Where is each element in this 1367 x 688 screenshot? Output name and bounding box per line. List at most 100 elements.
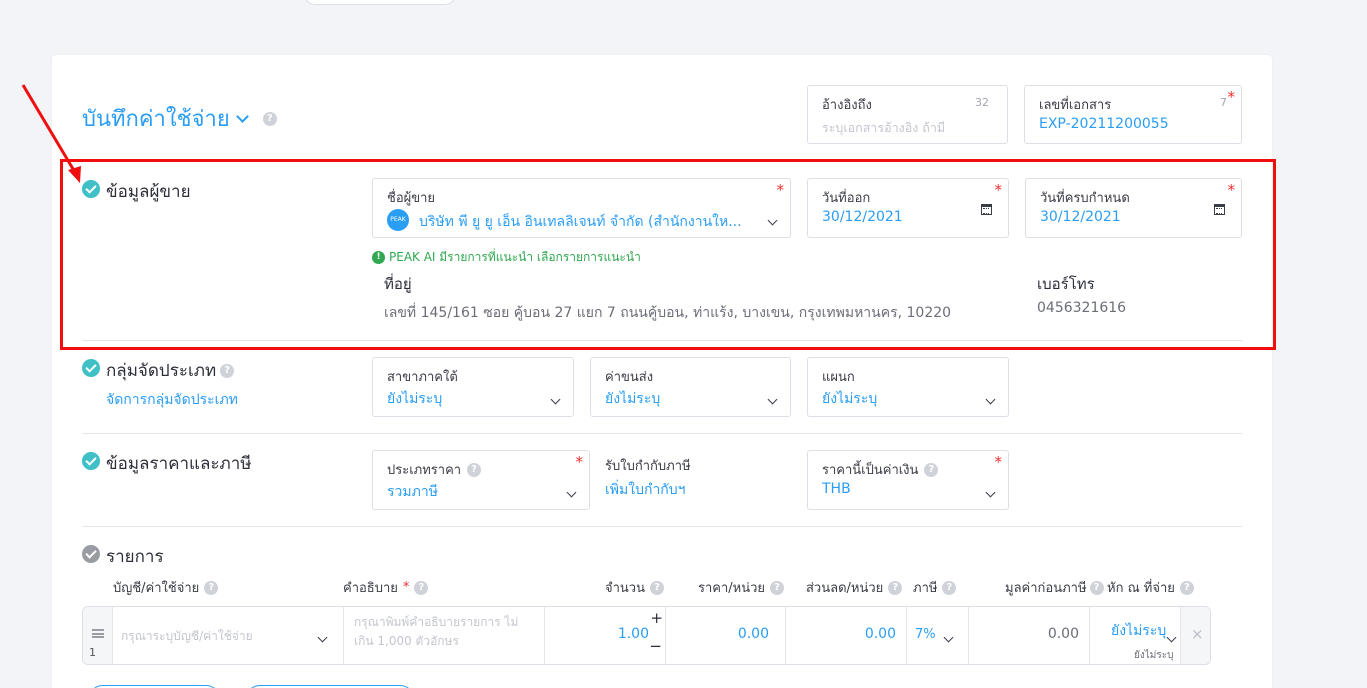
help-icon[interactable]: ? [204, 580, 219, 595]
vendor-logo-icon: PEAK [387, 209, 409, 231]
currency-label: ราคานี้เป็นค่าเงิน ? [822, 459, 939, 480]
check-circle-icon [82, 545, 100, 563]
discount-input[interactable]: 0.00 [786, 607, 907, 664]
chevron-down-icon[interactable] [566, 481, 577, 500]
required-mark: * [1227, 181, 1236, 199]
vendor-section-title: ข้อมูลผู้ขาย [106, 182, 191, 202]
chevron-down-icon[interactable] [235, 109, 249, 123]
help-icon[interactable]: ? [467, 462, 482, 477]
column-header-discount: ส่วนลด/หน่วย ? [806, 577, 903, 598]
help-icon[interactable]: ? [1179, 580, 1194, 595]
price-type-label-text: ประเภทราคา [387, 463, 462, 478]
description-placeholder: กรุณาพิมพ์คำอธิบายรายการ ไม่เกิน 1,000 ต… [354, 615, 519, 648]
help-icon[interactable]: ? [942, 580, 957, 595]
due-date-input[interactable]: 30/12/2021 [1040, 209, 1121, 225]
currency-select[interactable]: ราคานี้เป็นค่าเงิน ? * THB [807, 450, 1009, 510]
chevron-down-icon[interactable] [767, 209, 778, 228]
required-mark: * [402, 580, 410, 595]
row-handle[interactable]: 1 [83, 607, 113, 664]
ai-hint[interactable]: ! PEAK AI มีรายการที่แนะนำ เลือกรายการแน… [372, 248, 641, 267]
top-toolbar-pill[interactable] [303, 0, 457, 5]
reference-field[interactable]: อ้างอิงถึง 32 ระบุเอกสารอ้างอิง ถ้ามี [807, 85, 1008, 144]
row-remove-cell[interactable]: × [1181, 607, 1210, 664]
help-icon[interactable]: ? [770, 580, 785, 595]
chevron-down-icon[interactable] [985, 388, 996, 407]
table-row: 1 กรุณาระบุบัญชี/ค่าใช้จ่าย กรุณาพิมพ์คำ… [82, 606, 1211, 665]
reference-input[interactable]: ระบุเอกสารอ้างอิง ถ้ามี [822, 118, 945, 138]
document-number-label: เลขที่เอกสาร [1039, 98, 1112, 113]
check-circle-icon [82, 359, 100, 377]
minus-icon[interactable]: − [649, 637, 662, 655]
group-label: สาขาภาคใต้ [387, 370, 458, 385]
column-header-text: บัญชี/ค่าใช้จ่าย [113, 581, 200, 596]
document-number-counter: 7 [1220, 96, 1227, 109]
chevron-down-icon[interactable] [985, 481, 996, 500]
help-icon[interactable]: ? [650, 580, 664, 595]
check-circle-icon [82, 180, 100, 198]
chevron-down-icon[interactable] [1166, 626, 1177, 645]
close-icon[interactable]: × [1191, 625, 1204, 643]
price-type-select[interactable]: ประเภทราคา ? * รวมภาษี [372, 450, 590, 510]
plus-icon[interactable]: + [650, 609, 663, 627]
column-header-text: จำนวน [605, 581, 645, 596]
required-mark: * [1227, 88, 1236, 106]
price-type-label: ประเภทราคา ? [387, 459, 482, 480]
help-icon[interactable]: ? [1089, 580, 1104, 595]
section-divider [82, 526, 1242, 527]
help-icon[interactable]: ? [262, 111, 277, 126]
chevron-down-icon[interactable] [317, 626, 328, 645]
address-value: เลขที่ 145/161 ซอย คู้บอน 27 แยก 7 ถนนคู… [384, 305, 952, 321]
check-circle-icon [82, 452, 100, 470]
chevron-down-icon[interactable] [943, 626, 954, 645]
help-icon[interactable]: ? [414, 580, 429, 595]
section-divider [82, 433, 1242, 434]
unit-price-input[interactable]: 0.00 [666, 607, 786, 664]
vendor-label: ชื่อผู้ขาย [387, 191, 436, 206]
group-section-title: กลุ่มจัดประเภท ? [106, 357, 235, 384]
help-icon[interactable]: ? [220, 363, 235, 378]
wht-sub-value: ยังไม่ระบุ [1134, 650, 1174, 661]
help-icon[interactable]: ? [924, 462, 939, 477]
chevron-down-icon[interactable] [767, 388, 778, 407]
due-date-field[interactable]: วันที่ครบกำหนด * 30/12/2021 [1025, 178, 1242, 238]
manage-group-link[interactable]: จัดการกลุ่มจัดประเภท [106, 389, 238, 411]
group-select-department[interactable]: แผนก ยังไม่ระบุ [807, 357, 1009, 417]
drag-handle-icon-mid [92, 633, 104, 635]
account-select[interactable]: กรุณาระบุบัญชี/ค่าใช้จ่าย [113, 607, 344, 664]
chevron-down-icon[interactable] [550, 388, 561, 407]
column-header-account: บัญชี/ค่าใช้จ่าย ? [113, 577, 219, 598]
group-label: ค่าขนส่ง [605, 370, 654, 385]
unit-price-value[interactable]: 0.00 [738, 626, 769, 642]
required-mark: * [994, 453, 1003, 471]
calendar-icon[interactable] [1214, 204, 1225, 215]
group-section-title-text: กลุ่มจัดประเภท [106, 361, 217, 381]
issue-date-input[interactable]: 30/12/2021 [822, 209, 903, 225]
document-number-field[interactable]: เลขที่เอกสาร 7 * EXP-20211200055 [1024, 85, 1242, 144]
add-tax-invoice-link[interactable]: เพิ่มใบกำกับฯ [605, 479, 686, 501]
row-index: 1 [89, 646, 96, 659]
wht-value: ยังไม่ระบุ [1111, 623, 1167, 639]
description-input[interactable]: กรุณาพิมพ์คำอธิบายรายการ ไม่เกิน 1,000 ต… [344, 607, 545, 664]
discount-value[interactable]: 0.00 [865, 626, 896, 642]
help-icon[interactable]: ? [888, 580, 903, 595]
tax-invoice-label: รับใบกำกับภาษี [605, 459, 691, 474]
vendor-select[interactable]: ชื่อผู้ขาย * PEAK บริษัท พี ยู ยู เอ็น อ… [372, 178, 791, 238]
column-header-text: ราคา/หน่วย [698, 581, 766, 596]
account-input[interactable]: กรุณาระบุบัญชี/ค่าใช้จ่าย [121, 627, 253, 646]
calendar-icon[interactable] [981, 204, 992, 215]
currency-label-text: ราคานี้เป็นค่าเงิน [822, 463, 919, 478]
document-number-input[interactable]: EXP-20211200055 [1039, 116, 1169, 132]
page-title[interactable]: บันทึกค่าใช้จ่าย ? [82, 101, 277, 136]
group-select-south-branch[interactable]: สาขาภาคใต้ ยังไม่ระบุ [372, 357, 574, 417]
vat-value: 7% [915, 627, 936, 642]
column-header-text: ภาษี [913, 581, 938, 596]
qty-stepper[interactable]: 1.00 + − [545, 607, 666, 664]
group-select-shipping[interactable]: ค่าขนส่ง ยังไม่ระบุ [590, 357, 791, 417]
vendor-value: บริษัท พี ยู ยู เอ็น อินเทลลิเจนท์ จำกัด… [419, 214, 742, 230]
issue-date-field[interactable]: วันที่ออก * 30/12/2021 [807, 178, 1009, 238]
wht-select[interactable]: ยังไม่ระบุ ยังไม่ระบุ [1090, 607, 1181, 664]
qty-value[interactable]: 1.00 [618, 626, 649, 642]
reference-label: อ้างอิงถึง [822, 98, 872, 113]
column-header-unit-price: ราคา/หน่วย ? [698, 577, 785, 598]
vat-select[interactable]: 7% [907, 607, 969, 664]
